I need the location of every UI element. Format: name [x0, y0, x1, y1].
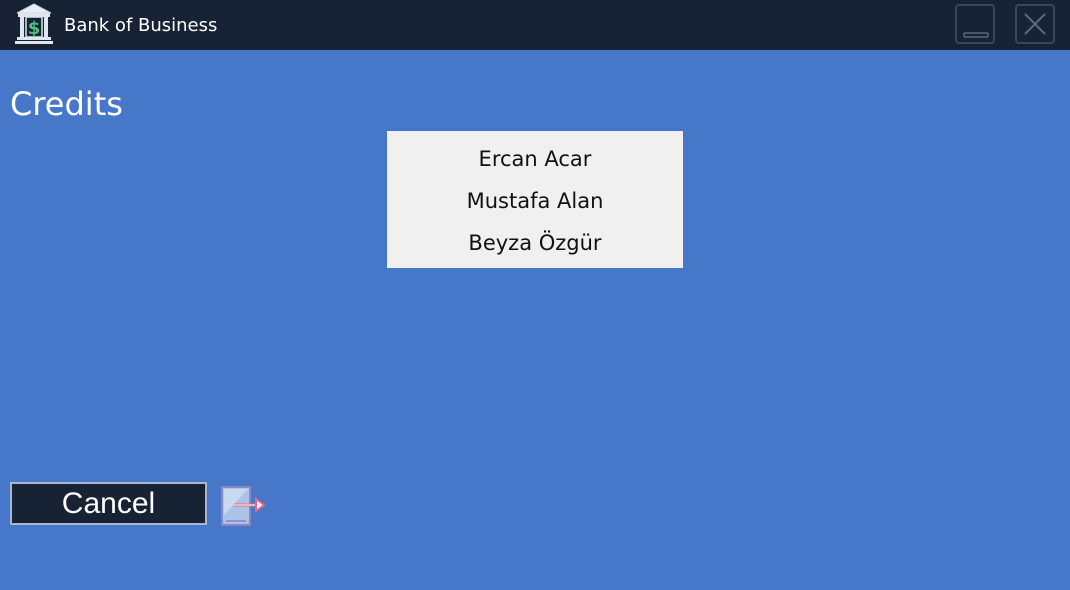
title-bar: $ Bank of Business [0, 0, 1070, 50]
credit-name: Mustafa Alan [466, 189, 604, 213]
svg-text:$: $ [28, 18, 41, 39]
minimize-button[interactable] [955, 4, 995, 44]
credit-name: Ercan Acar [478, 147, 592, 171]
page-title: Credits [10, 85, 123, 123]
cancel-button[interactable]: Cancel [10, 482, 207, 525]
credit-name: Beyza Özgür [468, 231, 602, 255]
exit-arrow-icon[interactable] [220, 485, 266, 527]
close-button[interactable] [1015, 4, 1055, 44]
app-title: Bank of Business [64, 15, 218, 36]
bank-dollar-icon: $ [15, 3, 53, 45]
credits-panel: Ercan Acar Mustafa Alan Beyza Özgür [387, 131, 683, 268]
